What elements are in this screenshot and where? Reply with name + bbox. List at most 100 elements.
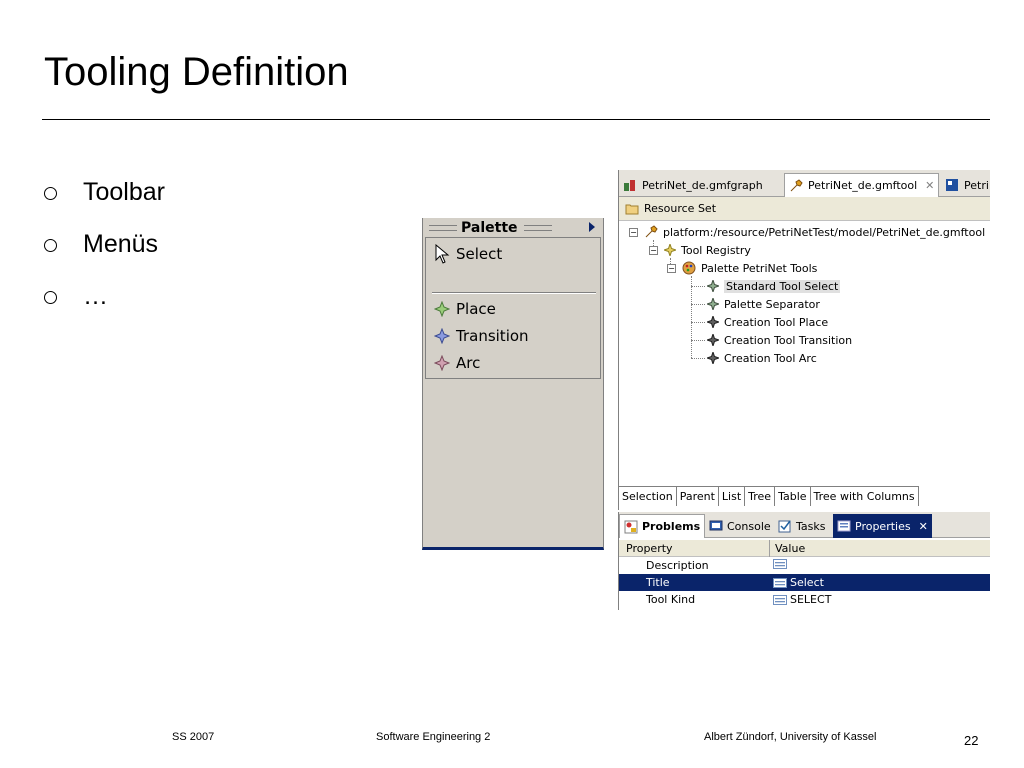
palette-item-transition[interactable]: Transition <box>434 325 529 347</box>
text-value-icon <box>773 577 787 588</box>
tree-node-tool[interactable]: Creation Tool Place <box>707 313 828 331</box>
collapse-icon[interactable]: − <box>667 263 676 273</box>
tree-connector <box>691 304 705 305</box>
tab-label: Properties <box>855 519 911 533</box>
editor-tab-bar: PetriNet_de.gmfgraph PetriNet_de.gmftool… <box>619 170 990 197</box>
property-value[interactable]: Select <box>773 576 824 589</box>
property-name: Title <box>646 576 670 589</box>
palette-header[interactable]: Palette <box>423 218 603 237</box>
tab-gmftool[interactable]: PetriNet_de.gmftool ✕ <box>784 173 939 197</box>
tab-label: Petri <box>964 178 989 192</box>
folder-icon <box>625 204 639 214</box>
properties-view: Problems Console Tasks Properties ✕ Prop… <box>618 512 990 610</box>
resource-set-row[interactable]: Resource Set <box>619 197 990 221</box>
table-row[interactable]: Title Select <box>619 574 990 591</box>
tree-connector <box>691 276 692 358</box>
tree-node-label: Tool Registry <box>681 243 751 257</box>
footer-course: Software Engineering 2 <box>376 731 491 743</box>
property-value[interactable] <box>773 559 790 569</box>
tab-parent[interactable]: Parent <box>676 487 719 506</box>
tab-tasks[interactable]: Tasks <box>774 514 829 538</box>
column-divider[interactable] <box>769 540 770 557</box>
tree-connector <box>691 322 705 323</box>
table-row[interactable]: Description <box>619 557 990 574</box>
properties-table-header: Property Value <box>619 540 990 557</box>
tab-problems[interactable]: Problems <box>619 514 706 538</box>
palette-item-arc[interactable]: Arc <box>434 352 480 374</box>
drag-grip-icon <box>429 224 457 231</box>
tree-node-label: Palette PetriNet Tools <box>701 261 818 275</box>
page-number: 22 <box>964 733 979 748</box>
tree-node-label: Standard Tool Select <box>724 279 841 293</box>
property-value-text: Select <box>790 576 824 589</box>
tree-node-tool[interactable]: Palette Separator <box>707 295 820 313</box>
tree-node-label: Creation Tool Place <box>724 315 829 329</box>
palette-panel: Palette Select Place Transition Arc <box>422 218 604 550</box>
gmftool-editor: PetriNet_de.gmfgraph PetriNet_de.gmftool… <box>618 170 990 510</box>
tree-node-palette[interactable]: − Palette PetriNet Tools <box>667 259 817 277</box>
tool-entry-icon <box>707 316 719 328</box>
collapse-icon[interactable]: − <box>629 227 638 237</box>
bullet-circle-icon <box>44 291 57 304</box>
tree-node-label: Creation Tool Transition <box>724 333 853 347</box>
tab-label: Problems <box>642 520 701 533</box>
tab-table[interactable]: Table <box>775 487 811 506</box>
drag-grip-icon <box>523 224 552 231</box>
tab-diagram[interactable]: Petri <box>941 173 989 197</box>
tab-tree[interactable]: Tree <box>745 487 776 506</box>
tab-properties[interactable]: Properties ✕ <box>833 514 932 538</box>
text-value-icon <box>773 594 787 605</box>
table-row[interactable]: Tool Kind SELECT <box>619 591 990 608</box>
gmfgraph-icon <box>624 180 635 191</box>
palette-item-place[interactable]: Place <box>434 298 496 320</box>
property-name: Description <box>646 559 709 572</box>
slide-title: Tooling Definition <box>44 50 349 94</box>
close-icon[interactable]: ✕ <box>925 179 934 192</box>
tasks-icon <box>778 520 791 533</box>
tab-gmfgraph[interactable]: PetriNet_de.gmfgraph <box>619 173 763 197</box>
cursor-arrow-icon <box>435 244 450 264</box>
tree-node-tool[interactable]: Creation Tool Transition <box>707 331 852 349</box>
property-value[interactable]: SELECT <box>773 593 831 606</box>
tree-node-tool[interactable]: Standard Tool Select <box>707 277 841 295</box>
column-header-value[interactable]: Value <box>775 542 805 555</box>
console-icon <box>709 520 723 531</box>
tree-node-root[interactable]: − platform:/resource/PetriNetTest/model/… <box>629 223 985 241</box>
tree-node-label: Creation Tool Arc <box>724 351 817 365</box>
palette-item-select[interactable]: Select <box>434 243 502 265</box>
palette-item-label: Transition <box>456 327 529 345</box>
tree-connector <box>691 286 705 287</box>
bullet-circle-icon <box>44 187 57 200</box>
collapse-arrow-icon[interactable] <box>589 222 595 232</box>
tab-label: Tasks <box>796 519 826 533</box>
properties-icon <box>837 520 851 532</box>
palette-item-label: Arc <box>456 354 481 372</box>
tree-node-label: Palette Separator <box>724 297 820 311</box>
close-icon[interactable]: ✕ <box>919 520 928 533</box>
view-tab-bar: Problems Console Tasks Properties ✕ <box>619 512 990 538</box>
palette-separator <box>432 292 596 294</box>
footer-author: Albert Zündorf, University of Kassel <box>704 731 877 743</box>
tool-entry-icon <box>707 352 719 364</box>
tool-transition-icon <box>434 328 450 344</box>
diagram-icon <box>946 179 958 191</box>
title-divider <box>42 119 990 120</box>
bullet-text: Toolbar <box>83 178 165 206</box>
tab-label: PetriNet_de.gmfgraph <box>642 178 763 192</box>
palette-tools: Select Place Transition Arc <box>425 237 601 379</box>
tab-list[interactable]: List <box>718 487 746 506</box>
tab-console[interactable]: Console <box>705 514 775 538</box>
tab-selection[interactable]: Selection <box>619 487 677 506</box>
palette-item-label: Place <box>456 300 496 318</box>
editor-page-tabs: Selection Parent List Tree Table Tree wi… <box>619 486 919 506</box>
collapse-icon[interactable]: − <box>649 245 658 255</box>
tree-node-registry[interactable]: − Tool Registry <box>649 241 751 259</box>
tab-tree-with-columns[interactable]: Tree with Columns <box>810 487 919 506</box>
palette-item-label: Select <box>456 245 503 263</box>
gmftool-icon <box>645 225 658 238</box>
gmftool-icon <box>790 178 803 191</box>
bullet-text: … <box>83 282 108 310</box>
column-header-property[interactable]: Property <box>626 542 673 555</box>
tree-node-tool[interactable]: Creation Tool Arc <box>707 349 817 367</box>
property-value-text: SELECT <box>790 593 832 606</box>
